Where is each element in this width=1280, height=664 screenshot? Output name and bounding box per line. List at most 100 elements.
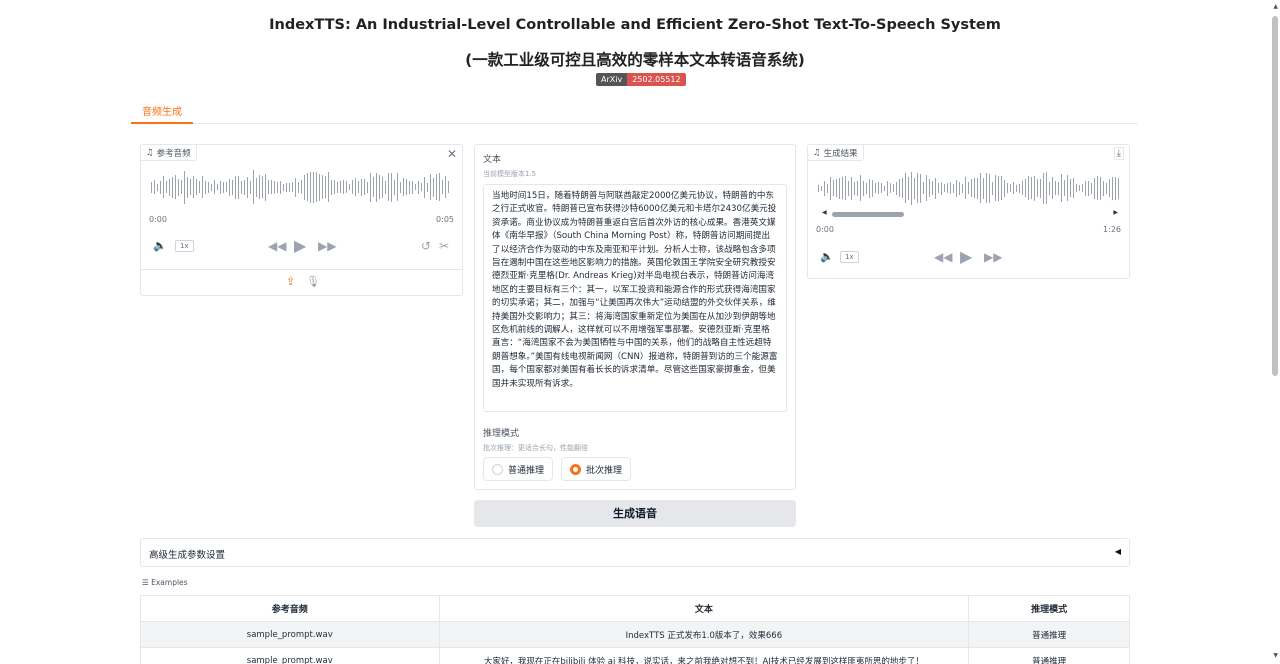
- waveform-bar: [839, 177, 840, 199]
- waveform-bar: [226, 182, 227, 192]
- volume-icon[interactable]: 🔈: [820, 250, 834, 263]
- waveform-bar: [1079, 185, 1080, 191]
- waveform-bar: [1031, 177, 1032, 199]
- waveform-bar: [1028, 176, 1029, 200]
- waveform-bar: [929, 179, 930, 197]
- list-icon: ☰: [142, 578, 149, 587]
- waveform-bar: [448, 181, 449, 193]
- waveform-bar: [340, 181, 341, 193]
- waveform-bar: [178, 178, 179, 196]
- waveform-bar: [1034, 175, 1035, 201]
- radio-batch-dot: [570, 463, 581, 475]
- waveform-bar: [262, 176, 263, 198]
- music-note-icon: ♫: [146, 147, 154, 158]
- table-cell: IndexTTS 正式发布1.0版本了，效果666: [438, 621, 970, 648]
- waveform-bar: [956, 179, 957, 197]
- play-icon[interactable]: ▶: [294, 236, 306, 255]
- playback-rate-button[interactable]: 1x: [175, 240, 194, 252]
- radio-batch-inference[interactable]: 批次推理: [561, 457, 632, 481]
- waveform-bar: [830, 176, 831, 200]
- table-row[interactable]: sample_prompt.wav 大家好，我现在正在bilibili 体验 a…: [140, 647, 1130, 664]
- waveform-bar: [304, 174, 305, 200]
- waveform-bar: [271, 180, 272, 194]
- volume-icon[interactable]: 🔈: [153, 239, 167, 252]
- waveform-bar: [283, 183, 284, 191]
- waveform-bar: [998, 175, 999, 201]
- generate-speech-button[interactable]: 生成语音: [474, 500, 796, 527]
- download-icon[interactable]: ⤓: [1113, 147, 1124, 160]
- arxiv-badge[interactable]: ArXiv 2502.05512: [596, 73, 686, 86]
- table-cell: sample_prompt.wav: [140, 621, 440, 648]
- waveform-bar: [400, 181, 401, 193]
- waveform-bar: [238, 175, 239, 199]
- waveform-bar: [959, 181, 960, 195]
- waveform-bar: [968, 182, 969, 194]
- scroll-right-icon[interactable]: ▶: [1113, 209, 1118, 216]
- table-cell: 普通推理: [968, 647, 1130, 664]
- scroll-left-icon[interactable]: ◀: [822, 209, 827, 216]
- result-scrollbar[interactable]: ◀ ▶: [822, 209, 1118, 218]
- playback-rate-button[interactable]: 1x: [840, 251, 859, 263]
- rewind-icon[interactable]: ◀◀: [934, 250, 952, 264]
- waveform-bar: [1100, 176, 1101, 200]
- waveform-bar: [346, 181, 347, 193]
- waveform-bar: [358, 181, 359, 193]
- scissors-icon[interactable]: ✂: [439, 239, 449, 253]
- waveform-bar: [334, 180, 335, 194]
- text-input[interactable]: 当地时间15日，随着特朗普与阿联酋敲定2000亿美元协议，特朗普的中东之行正式收…: [483, 184, 787, 412]
- result-controls: 🔈 1x ◀◀ ▶ ▶▶: [820, 247, 1120, 267]
- collapse-arrow-icon[interactable]: ◀: [1115, 547, 1121, 556]
- waveform-bar: [941, 181, 942, 195]
- page-scroll-down-icon[interactable]: ▼: [1273, 652, 1278, 659]
- microphone-icon[interactable]: 🎙: [306, 275, 320, 288]
- waveform-bar: [169, 178, 170, 196]
- waveform-bar: [872, 179, 873, 197]
- waveform-bar: [160, 180, 161, 194]
- waveform-bar: [860, 175, 861, 201]
- result-waveform[interactable]: [818, 170, 1122, 206]
- waveform-bar: [244, 179, 245, 195]
- reference-audio-label: ♫ 参考音频: [141, 145, 197, 161]
- advanced-settings-accordion[interactable]: 高级生成参数设置 ◀: [140, 538, 1130, 567]
- waveform-bar: [1076, 184, 1077, 192]
- result-time-end: 1:26: [1103, 225, 1121, 234]
- page-scroll-up-icon[interactable]: ▲: [1273, 3, 1278, 10]
- waveform-bar: [166, 181, 167, 193]
- waveform-bar: [196, 179, 197, 195]
- table-cell: 普通推理: [968, 621, 1130, 648]
- waveform-bar: [379, 175, 380, 199]
- divider: [141, 269, 462, 270]
- tab-bar: 音频生成: [131, 102, 1138, 124]
- waveform-bar: [1064, 180, 1065, 196]
- music-note-icon: ♫: [813, 147, 821, 158]
- tab-audio-generation[interactable]: 音频生成: [131, 106, 193, 124]
- examples-label: ☰ Examples: [142, 578, 188, 587]
- result-audio-label: ♫ 生成结果: [808, 145, 864, 161]
- result-time-start: 0:00: [816, 225, 834, 234]
- reference-controls: 🔈 1x ◀◀ ▶ ▶▶ ↺ ✂: [153, 236, 453, 256]
- close-icon[interactable]: ✕: [447, 147, 457, 161]
- waveform-bar: [250, 180, 251, 194]
- waveform-bar: [298, 181, 299, 193]
- forward-icon[interactable]: ▶▶: [984, 250, 1002, 264]
- rewind-icon[interactable]: ◀◀: [268, 239, 286, 253]
- reference-waveform[interactable]: [151, 169, 453, 205]
- waveform-bar: [827, 183, 828, 193]
- radio-normal-inference[interactable]: 普通推理: [483, 457, 554, 481]
- waveform-bar: [172, 176, 173, 198]
- reference-time-start: 0:00: [149, 215, 167, 224]
- table-row[interactable]: sample_prompt.wav IndexTTS 正式发布1.0版本了，效果…: [140, 621, 1130, 648]
- page-scrollbar-thumb[interactable]: [1272, 16, 1278, 376]
- waveform-bar: [1094, 177, 1095, 199]
- scroll-thumb[interactable]: [832, 212, 904, 217]
- upload-icon[interactable]: ⇪: [286, 275, 295, 288]
- waveform-bar: [229, 178, 230, 196]
- waveform-bar: [1106, 182, 1107, 194]
- play-icon[interactable]: ▶: [960, 247, 972, 266]
- undo-icon[interactable]: ↺: [421, 239, 431, 253]
- waveform-bar: [938, 183, 939, 193]
- reference-audio-label-text: 参考音频: [156, 148, 191, 159]
- forward-icon[interactable]: ▶▶: [318, 239, 336, 253]
- waveform-bar: [307, 173, 308, 201]
- waveform-bar: [409, 180, 410, 194]
